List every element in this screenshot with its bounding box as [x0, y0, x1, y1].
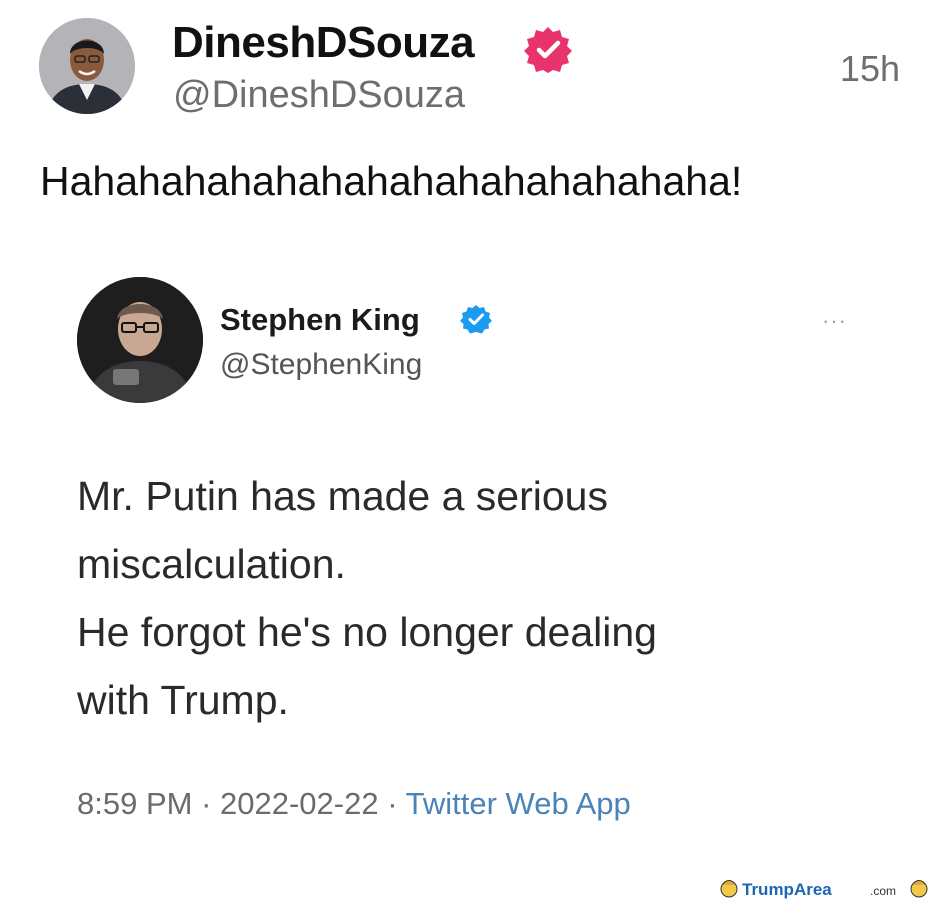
quoted-display-name[interactable]: Stephen King: [220, 302, 420, 338]
post-text: Hahahahahahahahahahahahahahaha!: [40, 158, 743, 204]
quoted-tweet-text: Mr. Putin has made a serious miscalculat…: [77, 462, 857, 734]
watermark-suffix: .com: [870, 884, 896, 898]
quoted-handle[interactable]: @StephenKing: [220, 348, 422, 382]
verified-badge-icon: [460, 303, 492, 335]
quoted-date: 2022-02-22: [220, 786, 379, 821]
outer-avatar[interactable]: [39, 18, 135, 114]
outer-display-name[interactable]: DineshDSouza: [172, 18, 475, 68]
site-watermark: TrumpArea .com: [718, 874, 932, 902]
person-avatar-icon: [39, 18, 135, 114]
quoted-source-link[interactable]: Twitter Web App: [406, 786, 631, 821]
watermark-main: TrumpArea: [742, 880, 832, 899]
quoted-tweet-line: with Trump.: [77, 677, 289, 723]
quoted-time: 8:59 PM: [77, 786, 193, 821]
outer-handle[interactable]: @DineshDSouza: [173, 74, 465, 117]
quoted-tweet-meta: 8:59 PM · 2022-02-22 · Twitter Web App: [77, 786, 631, 822]
quoted-tweet-line: He forgot he's no longer dealing: [77, 609, 657, 655]
verified-badge-icon: [523, 24, 573, 74]
more-options-icon[interactable]: ···: [822, 308, 847, 334]
separator-dot: ·: [201, 786, 221, 821]
separator-dot: ·: [387, 786, 406, 821]
quoted-tweet-line: miscalculation.: [77, 541, 346, 587]
quoted-avatar[interactable]: [77, 277, 203, 403]
person-avatar-icon: [77, 277, 203, 403]
post-timestamp[interactable]: 15h: [840, 48, 900, 90]
quoted-tweet-line: Mr. Putin has made a serious: [77, 473, 608, 519]
